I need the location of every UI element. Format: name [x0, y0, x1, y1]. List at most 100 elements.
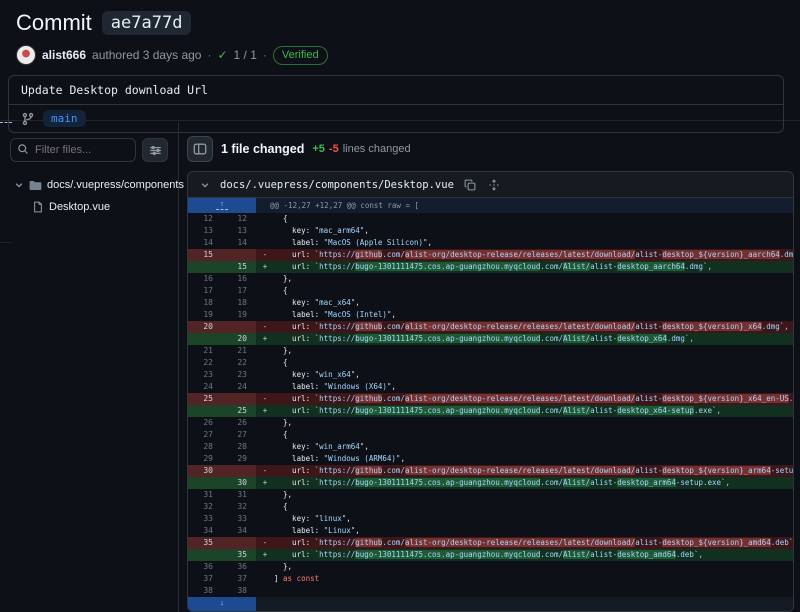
old-line-number[interactable]: 13: [188, 225, 222, 237]
expand-up-button[interactable]: ↑: [188, 198, 256, 213]
new-line-number[interactable]: [222, 393, 256, 405]
old-line-number[interactable]: 15: [188, 249, 222, 261]
author-login[interactable]: alist666: [42, 48, 86, 62]
old-line-number[interactable]: [188, 477, 222, 489]
old-line-number[interactable]: 36: [188, 561, 222, 573]
new-line-number[interactable]: 14: [222, 237, 256, 249]
old-line-number[interactable]: 37: [188, 573, 222, 585]
folder-icon: [29, 179, 42, 192]
old-line-number[interactable]: 28: [188, 441, 222, 453]
old-line-number[interactable]: 31: [188, 489, 222, 501]
diff-marker: +: [256, 261, 274, 273]
new-line-number[interactable]: 12: [222, 213, 256, 225]
new-line-number[interactable]: 30: [222, 477, 256, 489]
new-line-number[interactable]: 29: [222, 453, 256, 465]
old-line-number[interactable]: 14: [188, 237, 222, 249]
old-line-number[interactable]: 21: [188, 345, 222, 357]
new-line-number[interactable]: [222, 465, 256, 477]
copy-path-button[interactable]: [462, 177, 478, 193]
old-line-number[interactable]: 38: [188, 585, 222, 597]
new-line-number[interactable]: 20: [222, 333, 256, 345]
new-line-number[interactable]: 36: [222, 561, 256, 573]
old-line-number[interactable]: 33: [188, 513, 222, 525]
code-line: url: `https://github.com/alist-org/deskt…: [274, 393, 793, 405]
new-line-number[interactable]: 26: [222, 417, 256, 429]
old-line-number[interactable]: 27: [188, 429, 222, 441]
collapse-file-tree-button[interactable]: [187, 136, 213, 162]
code-line: label: "Windows (ARM64)",: [274, 453, 793, 465]
diff-row: 3434 label: "Linux",: [188, 525, 793, 537]
diff-file-path[interactable]: docs/.vuepress/components/Desktop.vue: [220, 179, 454, 191]
diff-marker: [256, 357, 274, 369]
old-line-number[interactable]: 30: [188, 465, 222, 477]
old-line-number[interactable]: 18: [188, 297, 222, 309]
sliders-icon: [149, 144, 162, 157]
expand-all-button[interactable]: [486, 177, 502, 193]
new-line-number[interactable]: 22: [222, 357, 256, 369]
tree-folder-row[interactable]: docs/.vuepress/components: [10, 174, 168, 196]
collapse-diff-button[interactable]: [198, 178, 212, 192]
diff-main: 1 file changed +5 -5 lines changed docs/…: [179, 122, 800, 612]
diff-row: 3333 key: "linux",: [188, 513, 793, 525]
tree-file-label: Desktop.vue: [49, 201, 110, 213]
new-line-number[interactable]: 16: [222, 273, 256, 285]
new-line-number[interactable]: 37: [222, 573, 256, 585]
old-line-number[interactable]: 25: [188, 393, 222, 405]
diff-row: 15+ url: `https://bugo-1301111475.cos.ap…: [188, 261, 793, 273]
new-line-number[interactable]: 33: [222, 513, 256, 525]
new-line-number[interactable]: 35: [222, 549, 256, 561]
new-line-number[interactable]: [222, 249, 256, 261]
diff-marker: +: [256, 405, 274, 417]
old-line-number[interactable]: [188, 549, 222, 561]
old-line-number[interactable]: [188, 405, 222, 417]
tree-options-button[interactable]: [142, 138, 168, 162]
code-line: },: [274, 345, 793, 357]
fold-line: [216, 209, 228, 210]
old-line-number[interactable]: 12: [188, 213, 222, 225]
new-line-number[interactable]: 31: [222, 489, 256, 501]
diff-row: 25+ url: `https://bugo-1301111475.cos.ap…: [188, 405, 793, 417]
checks-success-icon[interactable]: ✓: [217, 48, 227, 62]
new-line-number[interactable]: 34: [222, 525, 256, 537]
code-line: ] as const: [274, 573, 793, 585]
diff-marker: [256, 489, 274, 501]
chevron-down-icon: [200, 180, 210, 190]
diff-row: 30+ url: `https://bugo-1301111475.cos.ap…: [188, 477, 793, 489]
checks-count[interactable]: 1 / 1: [234, 48, 257, 62]
old-line-number[interactable]: 34: [188, 525, 222, 537]
tree-file-row[interactable]: Desktop.vue: [10, 196, 168, 218]
new-line-number[interactable]: 18: [222, 297, 256, 309]
new-line-number[interactable]: 13: [222, 225, 256, 237]
old-line-number[interactable]: 17: [188, 285, 222, 297]
old-line-number[interactable]: 32: [188, 501, 222, 513]
new-line-number[interactable]: [222, 537, 256, 549]
expand-down-button[interactable]: ↓: [188, 597, 256, 611]
new-line-number[interactable]: 15: [222, 261, 256, 273]
old-line-number[interactable]: [188, 261, 222, 273]
new-line-number[interactable]: 27: [222, 429, 256, 441]
old-line-number[interactable]: 16: [188, 273, 222, 285]
old-line-number[interactable]: [188, 333, 222, 345]
old-line-number[interactable]: 26: [188, 417, 222, 429]
new-line-number[interactable]: 38: [222, 585, 256, 597]
new-line-number[interactable]: 17: [222, 285, 256, 297]
old-line-number[interactable]: 24: [188, 381, 222, 393]
new-line-number[interactable]: 32: [222, 501, 256, 513]
old-line-number[interactable]: 23: [188, 369, 222, 381]
old-line-number[interactable]: 29: [188, 453, 222, 465]
new-line-number[interactable]: 25: [222, 405, 256, 417]
diff-row: 20- url: `https://github.com/alist-org/d…: [188, 321, 793, 333]
new-line-number[interactable]: 19: [222, 309, 256, 321]
old-line-number[interactable]: 22: [188, 357, 222, 369]
old-line-number[interactable]: 20: [188, 321, 222, 333]
code-line: },: [274, 489, 793, 501]
new-line-number[interactable]: [222, 321, 256, 333]
avatar[interactable]: [16, 45, 36, 65]
new-line-number[interactable]: 24: [222, 381, 256, 393]
new-line-number[interactable]: 28: [222, 441, 256, 453]
new-line-number[interactable]: 21: [222, 345, 256, 357]
old-line-number[interactable]: 19: [188, 309, 222, 321]
new-line-number[interactable]: 23: [222, 369, 256, 381]
old-line-number[interactable]: 35: [188, 537, 222, 549]
verified-badge[interactable]: Verified: [273, 46, 328, 65]
